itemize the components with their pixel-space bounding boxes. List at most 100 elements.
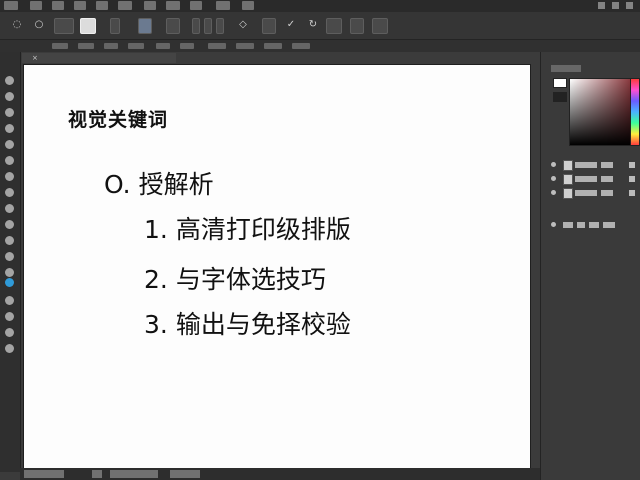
menu-item[interactable] [216, 1, 230, 10]
sub-option[interactable] [52, 43, 68, 49]
list-number: 2. [144, 265, 168, 294]
option-button[interactable] [350, 18, 364, 34]
option-button[interactable] [372, 18, 388, 34]
background-color-swatch[interactable] [553, 92, 567, 102]
dodge-tool-icon[interactable] [5, 268, 14, 277]
rotate-icon[interactable]: ◌ [12, 20, 22, 30]
menu-item[interactable] [242, 1, 254, 10]
sub-option[interactable] [180, 43, 194, 49]
path-tool-icon[interactable] [5, 296, 14, 305]
history-brush-tool-icon[interactable] [5, 220, 14, 229]
marquee-tool-icon[interactable] [5, 92, 14, 101]
layer-row[interactable] [551, 160, 637, 171]
menu-item[interactable] [190, 1, 202, 10]
right-panel-dock [540, 52, 640, 480]
close-icon[interactable]: × [32, 54, 38, 62]
chart-tool-button[interactable] [166, 18, 180, 34]
color-panel-header[interactable] [551, 65, 581, 72]
align-button[interactable] [204, 18, 212, 34]
eye-icon[interactable] [551, 222, 556, 227]
reset-icon[interactable]: ○ [34, 20, 44, 30]
menu-item[interactable] [144, 1, 156, 10]
sub-option[interactable] [208, 43, 226, 49]
maximize-icon[interactable] [612, 2, 619, 9]
align-button[interactable] [216, 18, 224, 34]
lock-icon[interactable] [629, 190, 635, 196]
foreground-swatch[interactable] [80, 18, 96, 34]
align-button[interactable] [192, 18, 200, 34]
doc-info [170, 470, 200, 478]
layer-row[interactable] [551, 174, 637, 185]
mode-button[interactable] [110, 18, 120, 34]
type-tool-icon[interactable] [5, 278, 14, 287]
option-button[interactable] [326, 18, 342, 34]
layer-row[interactable] [551, 188, 637, 199]
doc-info [110, 470, 158, 478]
menu-item[interactable] [96, 1, 108, 10]
bullet-text: 授解析 [138, 170, 214, 199]
lock-icon[interactable] [629, 176, 635, 182]
eye-icon[interactable] [551, 162, 556, 167]
layer-name [601, 162, 613, 168]
status-bar [20, 468, 540, 480]
sharpen-icon[interactable]: ◇ [238, 20, 248, 30]
eye-icon[interactable] [551, 176, 556, 181]
layers-panel [551, 160, 637, 240]
sub-option[interactable] [292, 43, 310, 49]
menu-item[interactable] [166, 1, 180, 10]
sub-option[interactable] [128, 43, 144, 49]
brush-tool-icon[interactable] [5, 188, 14, 197]
document-tab[interactable]: × [22, 53, 176, 63]
close-icon[interactable] [626, 2, 633, 9]
sub-option[interactable] [264, 43, 282, 49]
list-text: 输出与免择校验 [175, 310, 351, 339]
move-tool-icon[interactable] [5, 76, 14, 85]
layer-name [563, 222, 573, 228]
list-item: 1. 高清打印级排版 [144, 210, 351, 246]
list-text: 高清打印级排版 [175, 215, 351, 244]
eye-icon[interactable] [551, 190, 556, 195]
doc-info [92, 470, 102, 478]
refresh-icon[interactable]: ↻ [308, 20, 318, 30]
eyedropper-tool-icon[interactable] [5, 156, 14, 165]
minimize-icon[interactable] [598, 2, 605, 9]
option-button[interactable] [262, 18, 276, 34]
gradient-tool-icon[interactable] [5, 252, 14, 261]
quick-select-tool-icon[interactable] [5, 124, 14, 133]
lasso-tool-icon[interactable] [5, 108, 14, 117]
layer-thumbnail [563, 188, 573, 199]
sub-option[interactable] [236, 43, 254, 49]
hand-tool-icon[interactable] [5, 328, 14, 337]
eraser-tool-icon[interactable] [5, 236, 14, 245]
zoom-tool-icon[interactable] [5, 344, 14, 353]
sub-option[interactable] [78, 43, 94, 49]
list-text: 与字体选技巧 [175, 265, 326, 294]
zoom-readout[interactable] [24, 470, 64, 478]
menu-item[interactable] [30, 1, 42, 10]
secondary-bar [0, 40, 640, 52]
main-bullet: O. 授解析 [104, 165, 214, 201]
brush-preset-button[interactable] [138, 18, 152, 34]
layer-thumbnail [563, 160, 573, 171]
menu-item[interactable] [118, 1, 132, 10]
lock-icon[interactable] [629, 162, 635, 168]
sub-option[interactable] [104, 43, 118, 49]
healing-tool-icon[interactable] [5, 172, 14, 181]
list-number: 1. [144, 215, 168, 244]
stamp-tool-icon[interactable] [5, 204, 14, 213]
crop-tool-icon[interactable] [5, 140, 14, 149]
hue-slider[interactable] [630, 78, 640, 146]
sync-icon[interactable]: ✓ [286, 20, 296, 30]
app-logo[interactable] [4, 1, 18, 10]
layer-name [575, 190, 597, 196]
menu-item[interactable] [74, 1, 86, 10]
layer-row[interactable] [551, 220, 637, 230]
preset-dropdown[interactable] [54, 18, 74, 34]
document-canvas[interactable]: 视觉关键词 O. 授解析 1. 高清打印级排版 2. 与字体选技巧 3. 输出与免择校验 [23, 64, 531, 470]
foreground-color-swatch[interactable] [553, 78, 567, 88]
layer-name [601, 190, 613, 196]
color-picker-field[interactable] [569, 78, 631, 146]
menu-item[interactable] [52, 1, 64, 10]
shape-tool-icon[interactable] [5, 312, 14, 321]
sub-option[interactable] [156, 43, 170, 49]
